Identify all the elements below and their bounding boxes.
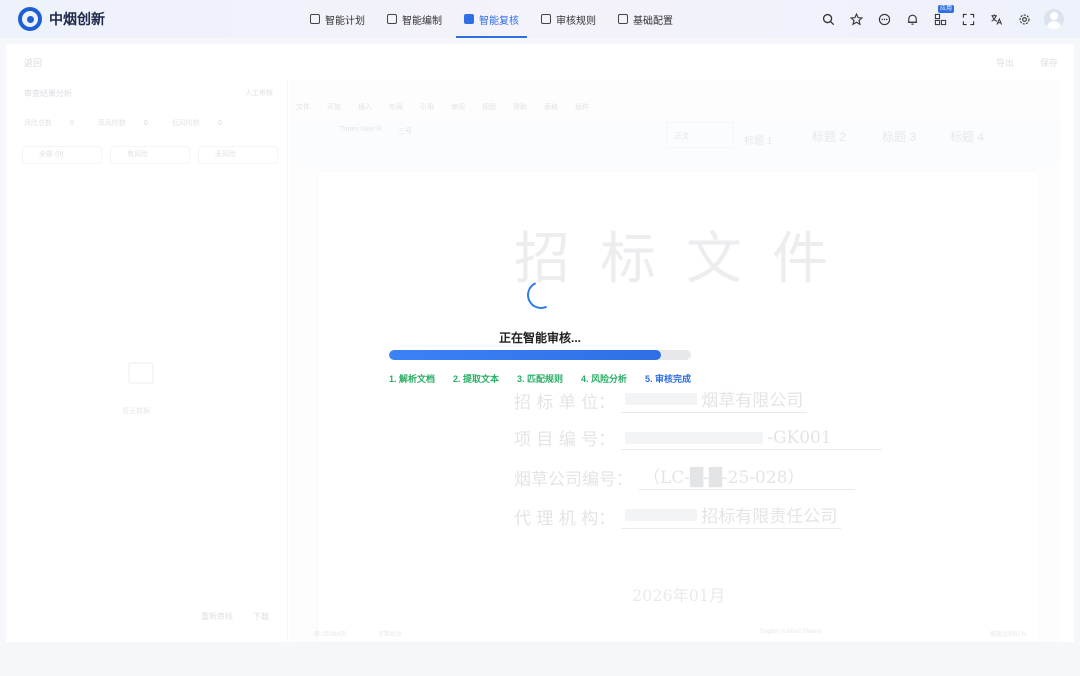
step-review-complete: 5. 审核完成	[644, 374, 691, 384]
nav-item-smart-plan[interactable]: 智能计划	[300, 0, 375, 38]
search-button[interactable]	[814, 0, 842, 38]
review-progress-fill	[389, 350, 661, 360]
bell-icon	[907, 14, 917, 25]
nav-item-base-config[interactable]: 基础配置	[608, 0, 683, 38]
review-icon	[464, 14, 474, 24]
messages-button[interactable]	[870, 0, 898, 38]
notifications-button[interactable]	[898, 0, 926, 38]
brand-name: 中烟创新	[49, 11, 105, 27]
fullscreen-icon	[962, 13, 974, 25]
plan-icon	[310, 14, 320, 24]
fullscreen-button[interactable]	[954, 0, 982, 38]
top-navigation-bar: 中烟创新 智能计划 智能编制 智能复核 审核规则 基础配置 应用	[0, 0, 1080, 38]
nav-item-label: 智能计划	[325, 15, 365, 27]
apps-grid-icon	[934, 13, 946, 25]
gear-icon	[1018, 13, 1030, 25]
chat-bubble-icon	[878, 13, 890, 25]
translate-icon	[990, 13, 1002, 25]
nav-item-label: 基础配置	[633, 15, 673, 27]
brand-logo-icon	[18, 7, 42, 31]
nav-item-smart-compile[interactable]: 智能编制	[377, 0, 452, 38]
nav-item-smart-review[interactable]: 智能复核	[454, 0, 529, 38]
header-tools: 应用	[814, 0, 1064, 38]
user-avatar[interactable]	[1044, 9, 1064, 29]
step-match-rules: 3. 匹配规则	[516, 374, 563, 384]
step-risk-analysis: 4. 风险分析	[580, 374, 627, 384]
apps-button[interactable]: 应用	[926, 0, 954, 38]
rules-icon	[541, 14, 551, 24]
settings-button[interactable]	[1010, 0, 1038, 38]
nav-item-review-rules[interactable]: 审核规则	[531, 0, 606, 38]
review-steps: 1. 解析文档 2. 提取文本 3. 匹配规则 4. 风险分析 5. 审核完成	[389, 372, 691, 385]
nav-item-label: 审核规则	[556, 15, 596, 27]
nav-item-label: 智能复核	[479, 15, 519, 27]
search-icon	[822, 13, 834, 25]
favorites-button[interactable]	[842, 0, 870, 38]
main-nav: 智能计划 智能编制 智能复核 审核规则 基础配置	[300, 0, 685, 38]
apps-badge: 应用	[937, 5, 954, 13]
brand[interactable]: 中烟创新	[18, 7, 105, 31]
loading-title: 正在智能审核...	[498, 331, 581, 345]
review-progress-bar	[389, 350, 691, 360]
step-extract-text: 2. 提取文本	[452, 374, 499, 384]
step-parse-document: 1. 解析文档	[389, 374, 436, 384]
star-icon	[849, 12, 863, 25]
compile-icon	[387, 14, 397, 24]
nav-item-label: 智能编制	[402, 15, 442, 27]
config-icon	[618, 14, 628, 24]
language-button[interactable]	[982, 0, 1010, 38]
